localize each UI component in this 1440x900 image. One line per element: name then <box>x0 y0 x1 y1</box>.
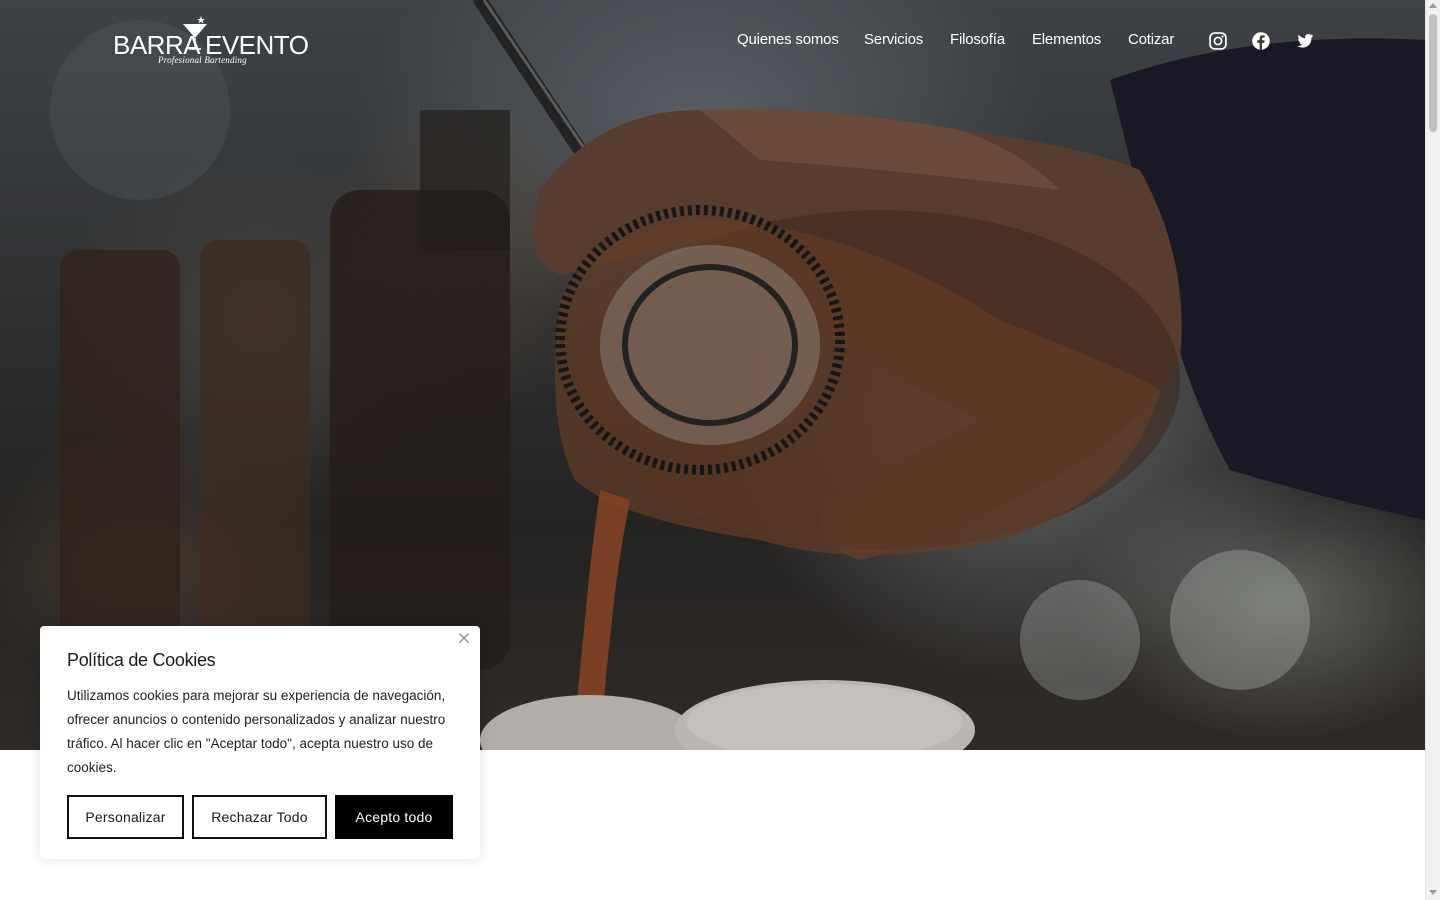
nav-link-cotizar[interactable]: Cotizar <box>1128 31 1174 48</box>
nav-link-filosofia[interactable]: Filosofía <box>950 31 1005 48</box>
instagram-icon[interactable] <box>1208 31 1228 51</box>
customize-button[interactable]: Personalizar <box>67 795 184 839</box>
site-header: BARRA EVENTO Profesional Bartending Quie… <box>0 0 1425 84</box>
nav-link-quienes-somos[interactable]: Quienes somos <box>737 31 839 48</box>
scroll-up-arrow-icon[interactable] <box>1429 3 1437 8</box>
reject-all-button[interactable]: Rechazar Todo <box>192 795 327 839</box>
scroll-down-arrow-icon[interactable] <box>1429 890 1437 895</box>
page-scrollbar[interactable] <box>1425 0 1440 900</box>
cookie-dialog-text: Utilizamos cookies para mejorar su exper… <box>67 688 446 775</box>
twitter-icon[interactable] <box>1294 31 1314 51</box>
nav-link-elementos[interactable]: Elementos <box>1032 31 1101 48</box>
scroll-thumb[interactable] <box>1429 14 1437 132</box>
accept-all-button[interactable]: Acepto todo <box>335 795 453 839</box>
nav-link-servicios[interactable]: Servicios <box>864 31 923 48</box>
cookie-consent-dialog: Política de Cookies Utilizamos cookies p… <box>40 626 480 859</box>
facebook-icon[interactable] <box>1251 31 1271 51</box>
brand-tagline: Profesional Bartending <box>158 55 247 65</box>
close-icon[interactable] <box>456 630 472 646</box>
cookie-dialog-title: Política de Cookies <box>67 650 216 670</box>
